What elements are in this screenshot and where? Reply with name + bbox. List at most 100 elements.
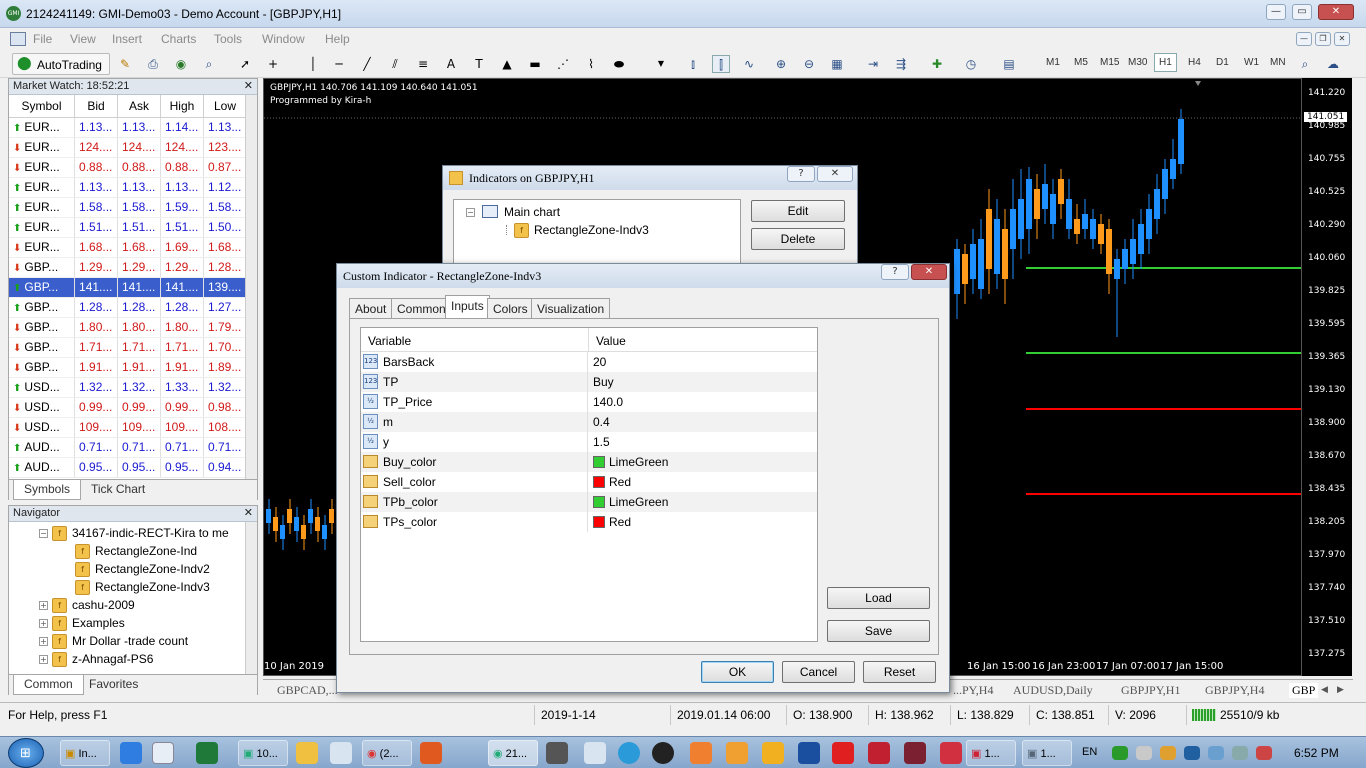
menu-view[interactable]: View (70, 32, 96, 46)
input-row[interactable]: TPb_color LimeGreen (361, 492, 817, 512)
folder-icon[interactable] (296, 742, 318, 764)
navigator-scrollbar[interactable] (245, 522, 257, 674)
mw-col-symbol[interactable]: Symbol (9, 95, 76, 118)
input-row[interactable]: Sell_color Red (361, 472, 817, 492)
expand-icon[interactable]: + (39, 637, 48, 647)
param-value[interactable]: 20 (593, 355, 606, 369)
ie-icon[interactable] (120, 742, 142, 764)
mw-symbol-cell[interactable]: ⬇ USD... (9, 397, 76, 418)
reset-button[interactable]: Reset (863, 661, 936, 683)
chat-icon[interactable]: ☁ (1324, 55, 1342, 73)
menu-file[interactable]: File (33, 32, 52, 46)
mw-symbol-cell[interactable]: ⬇ USD... (9, 417, 76, 438)
mw-col-high[interactable]: High (160, 95, 204, 118)
tab-visualization[interactable]: Visualization (531, 298, 611, 318)
candlestick-icon[interactable]: ⫿ (712, 55, 730, 73)
app-icon-11[interactable] (762, 742, 784, 764)
minimize-button[interactable]: — (1266, 4, 1286, 20)
input-row[interactable]: ½ y 1.5 (361, 432, 817, 452)
input-row[interactable]: ½ m 0.4 (361, 412, 817, 432)
autotrading-button[interactable]: ⬤ AutoTrading (12, 53, 110, 75)
navigator-item[interactable]: + f z-Ahnagaf-PS6 (39, 652, 153, 668)
edit-button[interactable]: Edit (751, 200, 845, 222)
taskbar-item-4[interactable]: ◉ 21... (488, 740, 538, 766)
input-row[interactable]: TPs_color Red (361, 512, 817, 532)
tab-about[interactable]: About (349, 298, 393, 318)
mw-col-low[interactable]: Low (203, 95, 248, 118)
start-button[interactable]: ⊞ (8, 738, 44, 768)
market-watch-row[interactable]: ⬇ EUR... 0.88... 0.88... 0.88... 0.87... (9, 157, 248, 178)
print-icon[interactable]: ⎙ (144, 55, 162, 73)
app-icon-14[interactable] (868, 742, 890, 764)
tf-w1[interactable]: W1 (1244, 57, 1259, 68)
chart-tab-gbpjpy-h1[interactable]: GBPJPY,H1 (1121, 683, 1180, 698)
tab-common[interactable]: Common (13, 675, 84, 695)
navigator-item[interactable]: f RectangleZone-Indv2 (75, 562, 210, 578)
column-value[interactable]: Value (588, 328, 817, 352)
mw-symbol-cell[interactable]: ⬇ GBP... (9, 357, 76, 378)
tile-windows-icon[interactable]: ▦ (828, 55, 846, 73)
mdi-minimize-button[interactable]: — (1296, 32, 1312, 46)
param-value[interactable]: Red (593, 475, 631, 489)
chart-shift-icon[interactable]: ⇥ (864, 55, 882, 73)
close-button[interactable]: ✕ (1318, 4, 1354, 20)
ok-button[interactable]: OK (701, 661, 774, 683)
fibonacci-icon[interactable]: ≡ (414, 55, 432, 73)
tf-m1[interactable]: M1 (1046, 57, 1060, 68)
line-chart-icon[interactable]: ∿ (740, 55, 758, 73)
clock[interactable]: 6:52 PM (1294, 746, 1339, 760)
app-icon-12[interactable] (798, 742, 820, 764)
market-watch-row[interactable]: ⬆ EUR... 1.13... 1.13... 1.14... 1.13... (9, 117, 248, 138)
zoom-out-icon[interactable]: ⊖ (800, 55, 818, 73)
tree-indicator-item[interactable]: RectangleZone-Indv3 (534, 223, 649, 237)
param-value[interactable]: 140.0 (593, 395, 623, 409)
market-watch-row[interactable]: ⬆ AUD... 0.95... 0.95... 0.95... 0.94... (9, 457, 248, 478)
taskbar-item-5[interactable]: ▣ 1... (966, 740, 1016, 766)
market-watch-row[interactable]: ⬇ USD... 0.99... 0.99... 0.99... 0.98... (9, 397, 248, 418)
mw-symbol-cell[interactable]: ⬆ USD... (9, 377, 76, 398)
excel-icon[interactable] (196, 742, 218, 764)
param-value[interactable]: Buy (593, 375, 614, 389)
app-icon-15[interactable] (904, 742, 926, 764)
tf-h4[interactable]: H4 (1188, 57, 1201, 68)
load-button[interactable]: Load (827, 587, 930, 609)
market-watch-row[interactable]: ⬇ GBP... 1.71... 1.71... 1.71... 1.70... (9, 337, 248, 358)
market-watch-row[interactable]: ⬆ EUR... 1.13... 1.13... 1.13... 1.12... (9, 177, 248, 198)
app-icon-8[interactable] (652, 742, 674, 764)
market-watch-row[interactable]: ⬆ GBP... 1.28... 1.28... 1.28... 1.27... (9, 297, 248, 318)
tray-icon-1[interactable] (1112, 746, 1128, 760)
menu-tools[interactable]: Tools (214, 32, 242, 46)
app-icon-9[interactable] (690, 742, 712, 764)
mw-symbol-cell[interactable]: ⬇ EUR... (9, 157, 76, 178)
chart-tab-gbp[interactable]: GBP (1289, 683, 1319, 698)
equidistant-channel-icon[interactable]: ⫽ (386, 55, 404, 73)
navigator-item[interactable]: + f Mr Dollar -trade count (39, 634, 188, 650)
tab-tick-chart[interactable]: Tick Chart (81, 480, 155, 500)
taskbar-item-1[interactable]: ▣ In... (60, 740, 110, 766)
cancel-button[interactable]: Cancel (782, 661, 855, 683)
input-row[interactable]: ½ TP_Price 140.0 (361, 392, 817, 412)
collapse-icon[interactable]: − (466, 208, 475, 217)
tab-colors[interactable]: Colors (487, 298, 534, 318)
expand-icon[interactable]: + (39, 655, 48, 665)
close-button[interactable]: ✕ (911, 264, 947, 280)
triangle-icon[interactable]: ▲ (498, 55, 516, 73)
taskbar-item-2[interactable]: ▣ 10... (238, 740, 288, 766)
navigator-item[interactable]: f RectangleZone-Indv3 (75, 580, 210, 596)
market-watch-row[interactable]: ⬇ GBP... 1.80... 1.80... 1.80... 1.79... (9, 317, 248, 338)
market-watch-row[interactable]: ⬇ GBP... 1.29... 1.29... 1.29... 1.28... (9, 257, 248, 278)
mdi-restore-button[interactable]: ❐ (1315, 32, 1331, 46)
tf-m15[interactable]: M15 (1100, 57, 1119, 68)
tf-mn[interactable]: MN (1270, 57, 1286, 68)
save-button[interactable]: Save (827, 620, 930, 642)
delete-button[interactable]: Delete (751, 228, 845, 250)
templates-icon[interactable]: ▤ (1000, 55, 1018, 73)
language-indicator[interactable]: EN (1082, 746, 1097, 758)
market-watch-row[interactable]: ⬇ EUR... 1.68... 1.68... 1.69... 1.68... (9, 237, 248, 258)
tab-common[interactable]: Common (391, 298, 452, 318)
mw-symbol-cell[interactable]: ⬆ EUR... (9, 177, 76, 198)
tray-icon-5[interactable] (1208, 746, 1224, 760)
chart-tab-audusd[interactable]: AUDUSD,Daily (1013, 683, 1093, 698)
app-icon-10[interactable] (726, 742, 748, 764)
close-icon[interactable]: ✕ (244, 79, 253, 92)
